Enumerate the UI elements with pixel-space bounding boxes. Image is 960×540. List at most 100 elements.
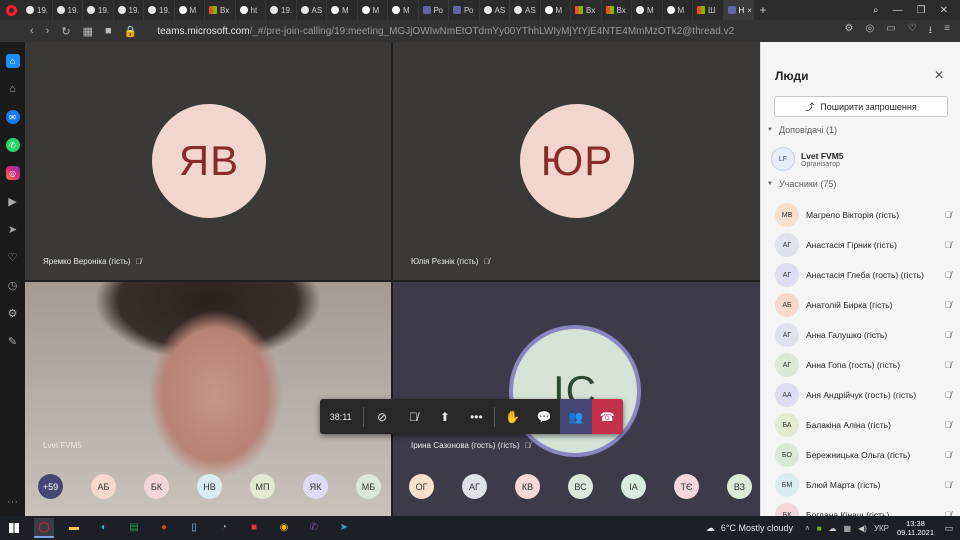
- viber-app-icon[interactable]: ✆: [304, 518, 324, 538]
- attendee-row[interactable]: АГ Анна Гопа (гость) (гість) 🎙̸: [775, 350, 957, 380]
- browser-tab[interactable]: 19.: [266, 0, 297, 20]
- opera-menu-icon[interactable]: [0, 0, 22, 20]
- steam-app-icon[interactable]: ◔: [214, 518, 234, 538]
- instagram-icon[interactable]: ◎: [5, 166, 20, 180]
- bookmark-icon[interactable]: ♡: [908, 23, 917, 40]
- powerpoint-app-icon[interactable]: ●: [154, 518, 174, 538]
- language-indicator[interactable]: УКР: [874, 524, 889, 533]
- browser-tab[interactable]: AS: [510, 0, 541, 20]
- settings-icon[interactable]: ⚙: [6, 306, 20, 320]
- volume-icon[interactable]: ◀): [858, 524, 867, 533]
- snapshot-icon[interactable]: ◎: [866, 23, 875, 40]
- camera-icon[interactable]: ■: [105, 25, 112, 37]
- notepad-app-icon[interactable]: ▯: [184, 518, 204, 538]
- notifications-icon[interactable]: ▭: [938, 523, 960, 534]
- easy-setup-icon[interactable]: ⚙: [845, 23, 854, 40]
- clock[interactable]: 13:38 09.11.2021: [897, 519, 934, 537]
- browser-tab[interactable]: 19.: [114, 0, 144, 20]
- search-tabs-icon[interactable]: ⌕: [873, 5, 879, 16]
- participant-chip[interactable]: ВЗ: [727, 474, 752, 499]
- browser-tab[interactable]: M: [175, 0, 205, 20]
- network-icon[interactable]: ▦: [844, 524, 852, 533]
- browser-tab[interactable]: M: [541, 0, 571, 20]
- tabs-grid-icon[interactable]: ▦: [83, 25, 93, 38]
- video-tile[interactable]: ЯВ Яремко Вероніка (гість) 🎙̸: [25, 42, 391, 280]
- attendee-row[interactable]: АА Аня Андрійчук (гость) (гість) 🎙̸: [775, 380, 957, 410]
- mic-toggle-button[interactable]: 🎙̸: [398, 399, 429, 434]
- browser-tab[interactable]: 19.: [53, 0, 83, 20]
- browser-tab[interactable]: Ро: [419, 0, 449, 20]
- participant-chip[interactable]: АБ: [91, 474, 116, 499]
- browser-tab[interactable]: M: [388, 0, 419, 20]
- download-icon[interactable]: ⭳: [929, 23, 933, 40]
- more-actions-button[interactable]: •••: [461, 399, 492, 434]
- browser-tab[interactable]: Ш: [693, 0, 724, 20]
- url-field[interactable]: teams.microsoft.com/_#/pre-join-calling/…: [157, 26, 734, 37]
- cast-icon[interactable]: ▭: [886, 23, 895, 40]
- forward-icon[interactable]: ›: [46, 25, 50, 37]
- participant-chip[interactable]: ІА: [621, 474, 646, 499]
- browser-tab[interactable]: Н ×: [723, 0, 754, 20]
- participant-chip[interactable]: ОГ: [409, 474, 434, 499]
- history-icon[interactable]: ◷: [6, 278, 20, 292]
- whatsapp-icon[interactable]: ✆: [5, 138, 20, 152]
- attendee-row[interactable]: АБ Анатолій Бирка (гість) 🎙̸: [775, 290, 957, 320]
- nvidia-icon[interactable]: ■: [817, 524, 822, 533]
- home-icon[interactable]: ⌂: [5, 54, 20, 68]
- attendee-row[interactable]: АГ Анастасія Гірник (гість) 🎙̸: [775, 230, 957, 260]
- browser-tab[interactable]: Вх: [602, 0, 632, 20]
- close-window-icon[interactable]: ✕: [940, 5, 948, 16]
- attendee-row[interactable]: БО Бережницька Ольга (гість) 🎙̸: [775, 440, 957, 470]
- workspace-icon[interactable]: ⌂: [6, 82, 20, 96]
- minimize-icon[interactable]: —: [893, 5, 903, 16]
- participant-chip[interactable]: НВ: [197, 474, 222, 499]
- weather-widget[interactable]: ☁ 6°C Mostly cloudy: [706, 523, 793, 534]
- browser-tab[interactable]: Вх: [205, 0, 236, 20]
- participant-chip[interactable]: ВС: [568, 474, 593, 499]
- participant-chip[interactable]: БК: [144, 474, 169, 499]
- browser-tab[interactable]: AS: [297, 0, 327, 20]
- browser-tab[interactable]: M: [632, 0, 663, 20]
- participant-chip[interactable]: МП: [250, 474, 275, 499]
- presenters-section-header[interactable]: ▼ Доповідачі (1): [767, 125, 837, 135]
- tray-chevron-icon[interactable]: ˄: [805, 524, 810, 533]
- kingsoft-app-icon[interactable]: ■: [244, 518, 264, 538]
- file-explorer-icon[interactable]: ▬: [64, 518, 84, 538]
- browser-tab[interactable]: M: [663, 0, 693, 20]
- close-tab-icon[interactable]: ×: [747, 6, 752, 15]
- browser-tab[interactable]: 19.: [83, 0, 114, 20]
- chat-button[interactable]: 💬: [529, 399, 560, 434]
- send-icon[interactable]: ➤: [6, 222, 20, 236]
- browser-tab[interactable]: M: [327, 0, 358, 20]
- camera-toggle-button[interactable]: ⊘: [366, 399, 397, 434]
- attendee-row[interactable]: МВ Магрело Вікторія (гість) 🎙̸: [775, 200, 957, 230]
- maximize-icon[interactable]: ❐: [917, 5, 926, 16]
- participant-chip[interactable]: ТЄ: [674, 474, 699, 499]
- video-tile[interactable]: ЮР Юлія Рєзнік (гість) 🎙̸: [393, 42, 760, 280]
- chrome-app-icon[interactable]: ◉: [274, 518, 294, 538]
- close-panel-icon[interactable]: ✕: [934, 68, 944, 82]
- browser-tab[interactable]: Вх: [571, 0, 602, 20]
- presenter-row[interactable]: LF Lvet FVM5 Організатор: [771, 144, 951, 174]
- opera-app-icon[interactable]: ◯: [34, 518, 54, 538]
- onedrive-icon[interactable]: ☁: [829, 524, 837, 533]
- hang-up-button[interactable]: ☎: [591, 399, 624, 434]
- back-icon[interactable]: ‹: [30, 25, 34, 37]
- more-participants-chip[interactable]: +59: [38, 474, 63, 499]
- edge-app-icon[interactable]: ◐: [94, 518, 114, 538]
- browser-tab[interactable]: AS: [480, 0, 510, 20]
- participant-chip[interactable]: ЯК: [303, 474, 328, 499]
- attendee-row[interactable]: АГ Анна Галушко (гість) 🎙̸: [775, 320, 957, 350]
- raise-hand-button[interactable]: ✋: [497, 399, 528, 434]
- participant-chip[interactable]: МБ: [356, 474, 381, 499]
- excel-app-icon[interactable]: ▤: [124, 518, 144, 538]
- browser-tab[interactable]: 19.: [22, 0, 53, 20]
- participant-chip[interactable]: АГ: [462, 474, 487, 499]
- share-content-button[interactable]: ⬆: [429, 399, 460, 434]
- participant-chip[interactable]: КВ: [515, 474, 540, 499]
- participants-button[interactable]: 👥: [560, 399, 592, 434]
- attendees-section-header[interactable]: ▼ Учасники (75): [767, 179, 836, 189]
- more-icon[interactable]: ···: [7, 496, 18, 508]
- browser-tab[interactable]: 19.: [144, 0, 175, 20]
- share-invite-button[interactable]: ⤴ Поширити запрошення: [774, 96, 948, 117]
